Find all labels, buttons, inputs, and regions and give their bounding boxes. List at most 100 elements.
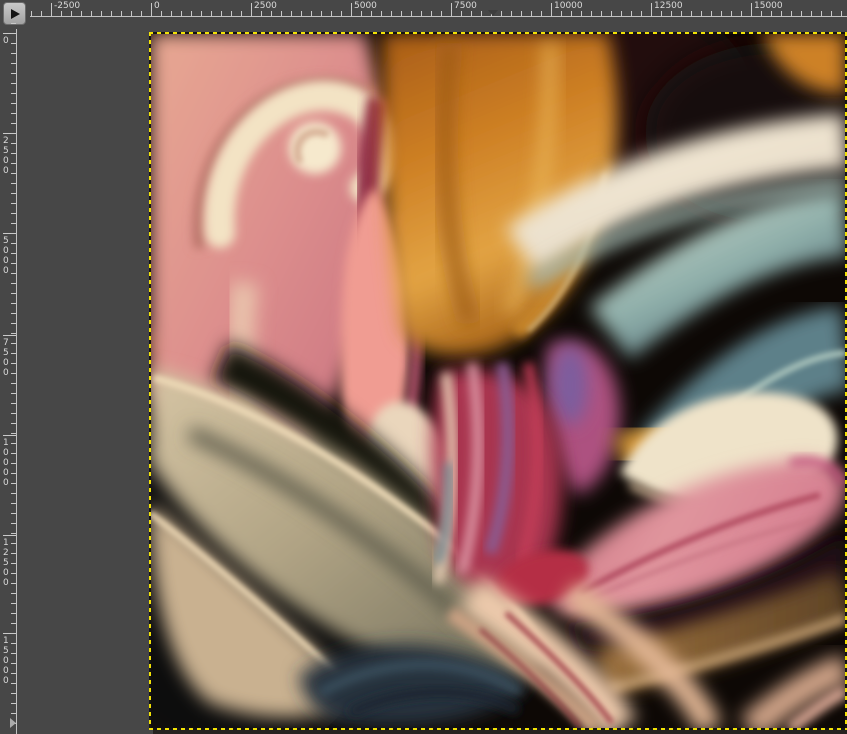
ruler-tick bbox=[481, 11, 482, 16]
ruler-tick bbox=[121, 11, 122, 16]
ruler-tick bbox=[671, 11, 672, 16]
ruler-tick bbox=[211, 11, 212, 16]
ruler-tick bbox=[11, 363, 16, 364]
ruler-tick bbox=[541, 11, 542, 16]
ruler-tick bbox=[11, 463, 16, 464]
vertical-position-marker-icon bbox=[10, 718, 16, 728]
ruler-tick bbox=[201, 11, 202, 16]
ruler-tick bbox=[771, 11, 772, 16]
ruler-tick bbox=[81, 11, 82, 16]
ruler-tick bbox=[3, 535, 16, 536]
ruler-tick bbox=[11, 303, 16, 304]
ruler-tick bbox=[11, 453, 16, 454]
ruler-tick bbox=[11, 663, 16, 664]
ruler-tick bbox=[11, 653, 16, 654]
ruler-tick bbox=[251, 3, 252, 16]
ruler-tick bbox=[11, 283, 16, 284]
ruler-tick bbox=[11, 603, 16, 604]
ruler-tick bbox=[321, 11, 322, 16]
ruler-tick bbox=[501, 11, 502, 16]
ruler-tick bbox=[11, 403, 16, 404]
ruler-tick bbox=[11, 143, 16, 144]
ruler-tick bbox=[661, 11, 662, 16]
ruler-tick bbox=[271, 11, 272, 16]
ruler-tick bbox=[711, 11, 712, 16]
ruler-tick bbox=[231, 11, 232, 16]
ruler-tick bbox=[11, 493, 16, 494]
ruler-tick bbox=[11, 583, 16, 584]
ruler-tick bbox=[411, 11, 412, 16]
ruler-tick bbox=[531, 11, 532, 16]
ruler-tick bbox=[11, 333, 16, 334]
canvas-viewport[interactable] bbox=[150, 33, 846, 729]
ruler-tick bbox=[391, 11, 392, 16]
ruler-tick bbox=[691, 11, 692, 16]
ruler-tick bbox=[241, 11, 242, 16]
ruler-tick bbox=[341, 11, 342, 16]
ruler-tick bbox=[11, 213, 16, 214]
ruler-tick bbox=[11, 113, 16, 114]
ruler-tick bbox=[811, 11, 812, 16]
ruler-tick bbox=[11, 243, 16, 244]
ruler-tick bbox=[31, 11, 32, 16]
ruler-tick bbox=[11, 123, 16, 124]
ruler-tick bbox=[701, 11, 702, 16]
ruler-tick bbox=[11, 193, 16, 194]
ruler-tick bbox=[11, 693, 16, 694]
ruler-label: 15000 bbox=[754, 1, 783, 11]
layer-boundary-top bbox=[149, 32, 847, 34]
ruler-tick bbox=[221, 11, 222, 16]
ruler-tick bbox=[511, 11, 512, 16]
ruler-tick bbox=[11, 523, 16, 524]
ruler-tick bbox=[11, 563, 16, 564]
ruler-tick bbox=[3, 435, 16, 436]
ruler-tick bbox=[11, 273, 16, 274]
ruler-label: 5 0 0 0 bbox=[3, 236, 9, 276]
ruler-tick bbox=[11, 163, 16, 164]
vertical-ruler[interactable]: 02 5 0 05 0 0 07 5 0 01 0 0 0 01 2 5 0 0… bbox=[0, 0, 17, 734]
ruler-tick bbox=[301, 11, 302, 16]
ruler-tick bbox=[11, 203, 16, 204]
ruler-tick bbox=[3, 335, 16, 336]
ruler-tick bbox=[11, 153, 16, 154]
ruler-tick bbox=[841, 11, 842, 16]
ruler-label: 1 0 0 0 0 bbox=[3, 438, 9, 488]
ruler-tick bbox=[721, 11, 722, 16]
ruler-tick bbox=[71, 11, 72, 16]
ruler-label: 1 2 5 0 0 bbox=[3, 538, 9, 588]
ruler-tick bbox=[11, 433, 16, 434]
ruler-tick bbox=[431, 11, 432, 16]
ruler-tick bbox=[641, 11, 642, 16]
ruler-tick bbox=[11, 553, 16, 554]
ruler-tick bbox=[631, 11, 632, 16]
ruler-tick bbox=[11, 573, 16, 574]
horizontal-ruler-baseline bbox=[30, 16, 847, 17]
ruler-tick bbox=[581, 11, 582, 16]
ruler-tick bbox=[11, 623, 16, 624]
ruler-label: 0 bbox=[3, 36, 9, 46]
ruler-tick bbox=[751, 3, 752, 16]
ruler-tick bbox=[11, 593, 16, 594]
ruler-tick bbox=[11, 343, 16, 344]
ruler-tick bbox=[11, 473, 16, 474]
ruler-tick bbox=[11, 83, 16, 84]
ruler-tick bbox=[11, 543, 16, 544]
ruler-tick bbox=[11, 533, 16, 534]
ruler-tick bbox=[291, 11, 292, 16]
ruler-tick bbox=[521, 11, 522, 16]
ruler-tick bbox=[11, 413, 16, 414]
ruler-tick bbox=[451, 3, 452, 16]
ruler-tick bbox=[561, 11, 562, 16]
ruler-tick bbox=[161, 11, 162, 16]
ruler-tick bbox=[311, 11, 312, 16]
ruler-label: -2500 bbox=[54, 1, 80, 11]
ruler-tick bbox=[761, 11, 762, 16]
ruler-tick bbox=[11, 353, 16, 354]
ruler-tick bbox=[11, 313, 16, 314]
ruler-tick bbox=[11, 253, 16, 254]
ruler-tick bbox=[371, 11, 372, 16]
ruler-tick bbox=[801, 11, 802, 16]
ruler-tick bbox=[11, 263, 16, 264]
horizontal-ruler[interactable]: -25000250050007500100001250015000 bbox=[0, 0, 847, 17]
ruler-tick bbox=[331, 11, 332, 16]
